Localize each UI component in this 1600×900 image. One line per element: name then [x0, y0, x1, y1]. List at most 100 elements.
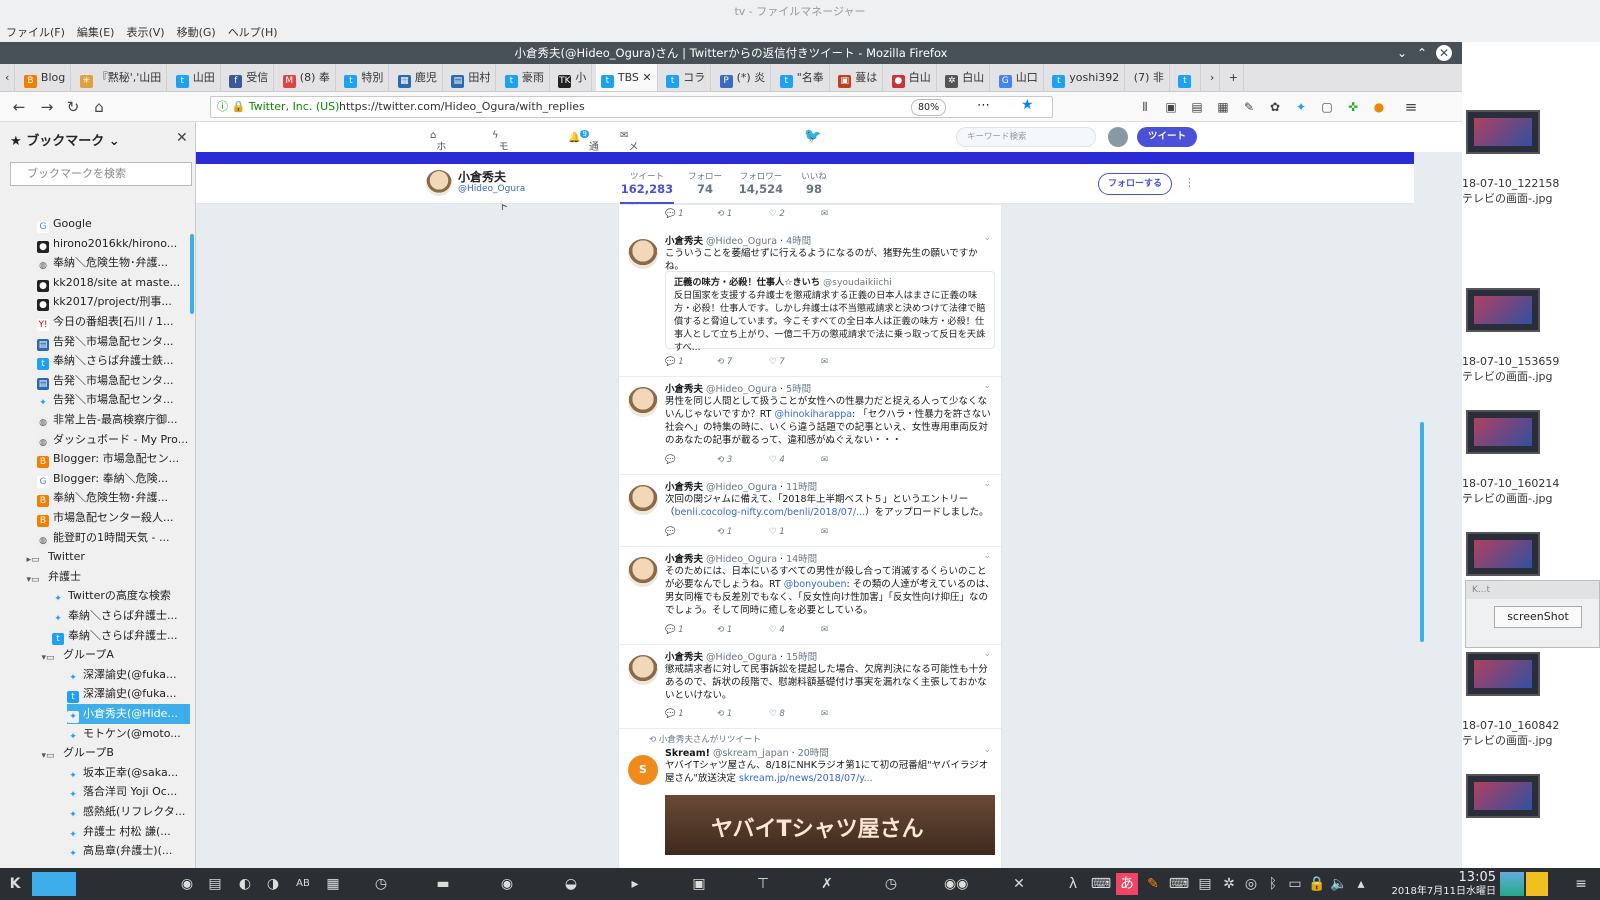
- tab[interactable]: f 受信: [224, 64, 275, 91]
- tab-active[interactable]: t TBS ✕: [595, 64, 658, 91]
- bookmark-item[interactable]: ✦ 弁護士 村松 謙(...: [67, 822, 190, 842]
- dm-icon[interactable]: ✉: [821, 209, 873, 219]
- bookmark-folder[interactable]: ▾▭ グループA: [37, 645, 190, 665]
- mention-link[interactable]: @hinokiharappa: [774, 409, 852, 420]
- tab[interactable]: t 山田: [171, 64, 221, 91]
- bookmark-item[interactable]: ✦ 深澤諭史(@fuka...: [67, 665, 190, 685]
- more-actions-icon[interactable]: ⋯: [977, 98, 990, 113]
- menu-go[interactable]: 移動(G): [171, 24, 222, 42]
- tweet[interactable]: 小倉秀夫 @Hideo_Ogura · 11時間 ⌄ 次回の関ジャムに備えて、「…: [619, 475, 1001, 547]
- file-thumbnail[interactable]: [1466, 110, 1540, 154]
- tab[interactable]: t 特別: [339, 64, 390, 91]
- tray-icon[interactable]: λ: [1062, 873, 1084, 895]
- display-icon[interactable]: ▭: [1284, 873, 1306, 895]
- menu-file[interactable]: ファイル(F): [0, 24, 71, 42]
- file-thumbnail[interactable]: [1466, 774, 1540, 818]
- sidebar-header[interactable]: ★ ブックマーク ⌄: [10, 130, 120, 149]
- like-icon[interactable]: ♡ 7: [769, 357, 821, 367]
- like-icon[interactable]: ♡ 4: [769, 455, 821, 465]
- file-name[interactable]: 18-07-10_153659 テレビの画面-.jpg: [1462, 354, 1600, 384]
- like-icon[interactable]: ♡ 1: [769, 527, 821, 537]
- reply-icon[interactable]: 💬: [665, 527, 717, 537]
- tweet-menu-icon[interactable]: ⌄: [983, 745, 991, 755]
- tweet-menu-icon[interactable]: ⌄: [983, 551, 991, 561]
- bookmark-item[interactable]: ▤ 告発＼市場急配センタ...: [37, 371, 190, 391]
- dm-icon[interactable]: ✉: [821, 455, 873, 465]
- pen-icon[interactable]: ✎: [1238, 97, 1260, 117]
- tab[interactable]: P (*) 炎: [715, 64, 772, 91]
- bookmark-item[interactable]: t 奉納＼さらば弁護士鉄...: [37, 351, 190, 371]
- file-thumbnail[interactable]: [1466, 288, 1540, 332]
- reply-icon[interactable]: 💬 1: [665, 709, 717, 719]
- firefox-task-icon[interactable]: ◉: [496, 873, 518, 895]
- tab[interactable]: TK 小: [553, 64, 593, 91]
- bookmark-item[interactable]: ✦ 高島章(弁護士)(...: [67, 841, 190, 861]
- retweet-icon[interactable]: ⟲ 7: [717, 357, 769, 367]
- tweet-link[interactable]: skream.jp/news/2018/07/y...: [739, 773, 873, 784]
- bookmark-item[interactable]: G Blogger: 奉納＼危険...: [37, 469, 190, 489]
- tab[interactable]: t "名奉: [775, 64, 830, 91]
- new-tab-icon[interactable]: +: [1224, 64, 1244, 91]
- profile-avatar[interactable]: [426, 170, 452, 196]
- reply-icon[interactable]: 💬 1: [665, 625, 717, 635]
- stat-followers[interactable]: フォロワー 14,524: [736, 170, 786, 196]
- tab-scroll-left-icon[interactable]: ‹: [0, 64, 16, 91]
- reply-icon[interactable]: 💬: [665, 455, 717, 465]
- tweet-avatar[interactable]: [628, 557, 658, 587]
- tweet-menu-icon[interactable]: ⌄: [983, 479, 991, 489]
- bookmark-folder[interactable]: ▸▭ Twitter: [22, 547, 190, 567]
- profile-name[interactable]: 小倉秀夫: [458, 168, 506, 185]
- twitter-search-input[interactable]: キーワード検索: [956, 127, 1096, 147]
- app-task-icon[interactable]: ▣: [688, 873, 710, 895]
- tab[interactable]: t yoshi392: [1047, 64, 1126, 91]
- reply-icon[interactable]: 💬 1: [665, 209, 717, 219]
- bookmark-item[interactable]: ● kk2017/project/刑事...: [37, 292, 190, 312]
- tweet[interactable]: 小倉秀夫 @Hideo_Ogura · 14時間 ⌄ そのためには、日本にいるす…: [619, 547, 1001, 645]
- file-thumbnail[interactable]: [1466, 652, 1540, 696]
- file-thumbnail[interactable]: [1466, 532, 1540, 576]
- tweet-avatar[interactable]: [628, 239, 658, 269]
- tweet[interactable]: 小倉秀夫 @Hideo_Ogura · 5時間 ⌄ 男性を同じ人間として扱うこと…: [619, 377, 1001, 475]
- account-avatar[interactable]: [1108, 127, 1128, 147]
- stat-following[interactable]: フォロー 74: [684, 170, 726, 196]
- bookmark-item[interactable]: ● kk2018/site at maste...: [37, 273, 190, 293]
- bookmark-item[interactable]: B Blogger: 市場急配セン...: [37, 449, 190, 469]
- tab[interactable]: t: [1173, 64, 1202, 91]
- twitter-bird-icon[interactable]: 🐦: [804, 128, 821, 144]
- library-icon[interactable]: ⫴: [1134, 97, 1156, 117]
- bookmark-item[interactable]: B 市場急配センター殺人...: [37, 508, 190, 528]
- bookmark-item[interactable]: ✦ 告発＼市場急配センタ...: [37, 390, 190, 410]
- keyboard-layout-icon[interactable]: ⌨: [1168, 873, 1190, 895]
- clipboard-icon[interactable]: ▢: [1316, 97, 1338, 117]
- dm-icon[interactable]: ✉: [821, 709, 873, 719]
- url-text[interactable]: https://twitter.com/Hideo_Ogura/with_rep…: [339, 97, 585, 117]
- bookmark-item[interactable]: ✦ モトケン(@moto...: [67, 724, 190, 744]
- tweet-menu-icon[interactable]: ⌄: [983, 649, 991, 659]
- mention-link[interactable]: @bonyouben: [784, 579, 847, 590]
- x-task-icon[interactable]: ✗: [816, 873, 838, 895]
- close-icon[interactable]: ✕: [1436, 45, 1452, 61]
- bookmark-item[interactable]: ◍ ダッシュボード - My Pro...: [37, 430, 190, 450]
- tab[interactable]: B Blog: [19, 64, 72, 91]
- skream-avatar[interactable]: S: [628, 755, 658, 785]
- menu-icon[interactable]: ≡: [1400, 97, 1422, 117]
- tab[interactable]: ✲ 白山: [940, 64, 991, 91]
- keyboard-icon[interactable]: ▦: [322, 873, 344, 895]
- back-icon[interactable]: ←: [8, 97, 30, 117]
- page-scrollbar[interactable]: [1420, 422, 1424, 642]
- bookmark-item[interactable]: B 奉納＼危険生物･弁護...: [37, 488, 190, 508]
- like-icon[interactable]: ♡ 2: [769, 209, 821, 219]
- zoom-level[interactable]: 80%: [911, 99, 947, 116]
- tray-expand-icon[interactable]: ▴: [1350, 873, 1372, 895]
- app-launcher-icon[interactable]: K: [4, 873, 26, 895]
- terminal-task-icon[interactable]: ▸: [624, 873, 646, 895]
- like-icon[interactable]: ♡ 4: [769, 625, 821, 635]
- tweet-button[interactable]: ツイート: [1137, 127, 1197, 147]
- tweet[interactable]: 小倉秀夫 @Hideo_Ogura · 4時間 ⌄ こういうことを萎縮せずに行え…: [619, 229, 1001, 377]
- bookmark-star-icon[interactable]: ★: [1021, 97, 1034, 113]
- firefox-icon[interactable]: ◉: [176, 873, 198, 895]
- tab[interactable]: t コラ: [661, 64, 712, 91]
- file-thumbnail[interactable]: [1466, 410, 1540, 454]
- sidebar-scrollbar[interactable]: [190, 234, 194, 314]
- nav-moments[interactable]: ϟ モーメント: [492, 130, 509, 213]
